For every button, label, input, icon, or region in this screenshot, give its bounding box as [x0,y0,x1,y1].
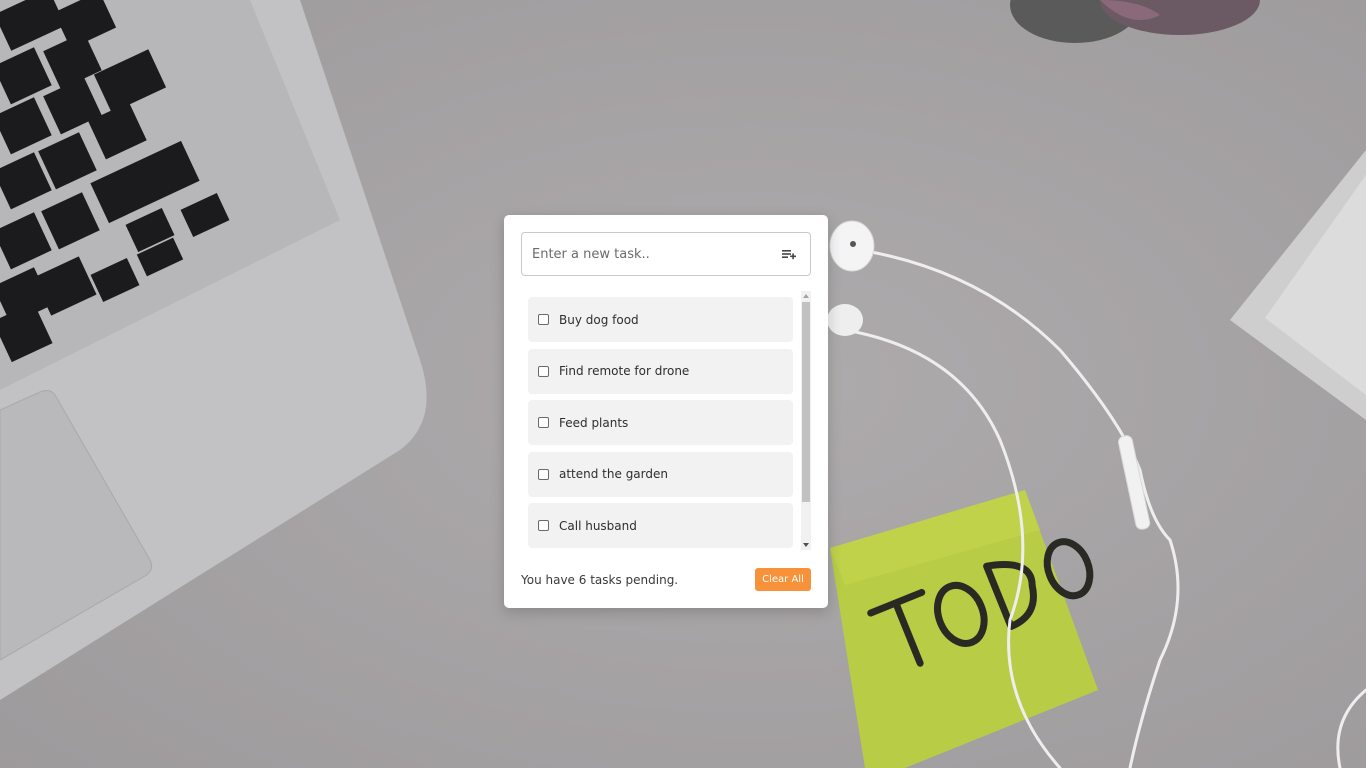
task-checkbox[interactable] [538,365,549,377]
task-item[interactable]: Feed plants [528,400,793,445]
task-label: Feed plants [559,415,629,430]
task-checkbox[interactable] [538,314,549,325]
todo-footer: You have 6 tasks pending. Clear All [521,568,811,591]
task-checkbox[interactable] [538,520,549,531]
task-item[interactable]: Buy dog food [528,297,793,342]
clear-all-button[interactable]: Clear All [755,568,811,591]
pending-count-text: You have 6 tasks pending. [521,572,679,587]
task-item[interactable]: Call husband [528,503,793,548]
add-task-button[interactable] [768,233,810,275]
scroll-down-arrow-icon[interactable] [801,540,811,550]
task-item[interactable]: attend the garden [528,451,793,497]
task-checkbox[interactable] [538,468,549,480]
task-input-wrapper [521,232,811,276]
task-list-area: Buy dog food Find remote for drone Feed … [528,291,812,550]
playlist-add-icon [782,245,796,264]
task-label: attend the garden [559,467,668,481]
task-label: Call husband [559,518,637,533]
scroll-up-arrow-icon[interactable] [801,291,811,301]
task-item[interactable]: Find remote for drone [528,348,793,394]
scroll-thumb[interactable] [802,302,810,502]
task-list-scrollbar[interactable] [801,291,811,550]
task-checkbox[interactable] [538,417,549,428]
task-list: Buy dog food Find remote for drone Feed … [528,297,793,555]
task-input[interactable] [522,233,768,275]
task-label: Find remote for drone [559,364,690,378]
task-label: Buy dog food [559,312,639,327]
todo-card: Buy dog food Find remote for drone Feed … [504,215,828,608]
